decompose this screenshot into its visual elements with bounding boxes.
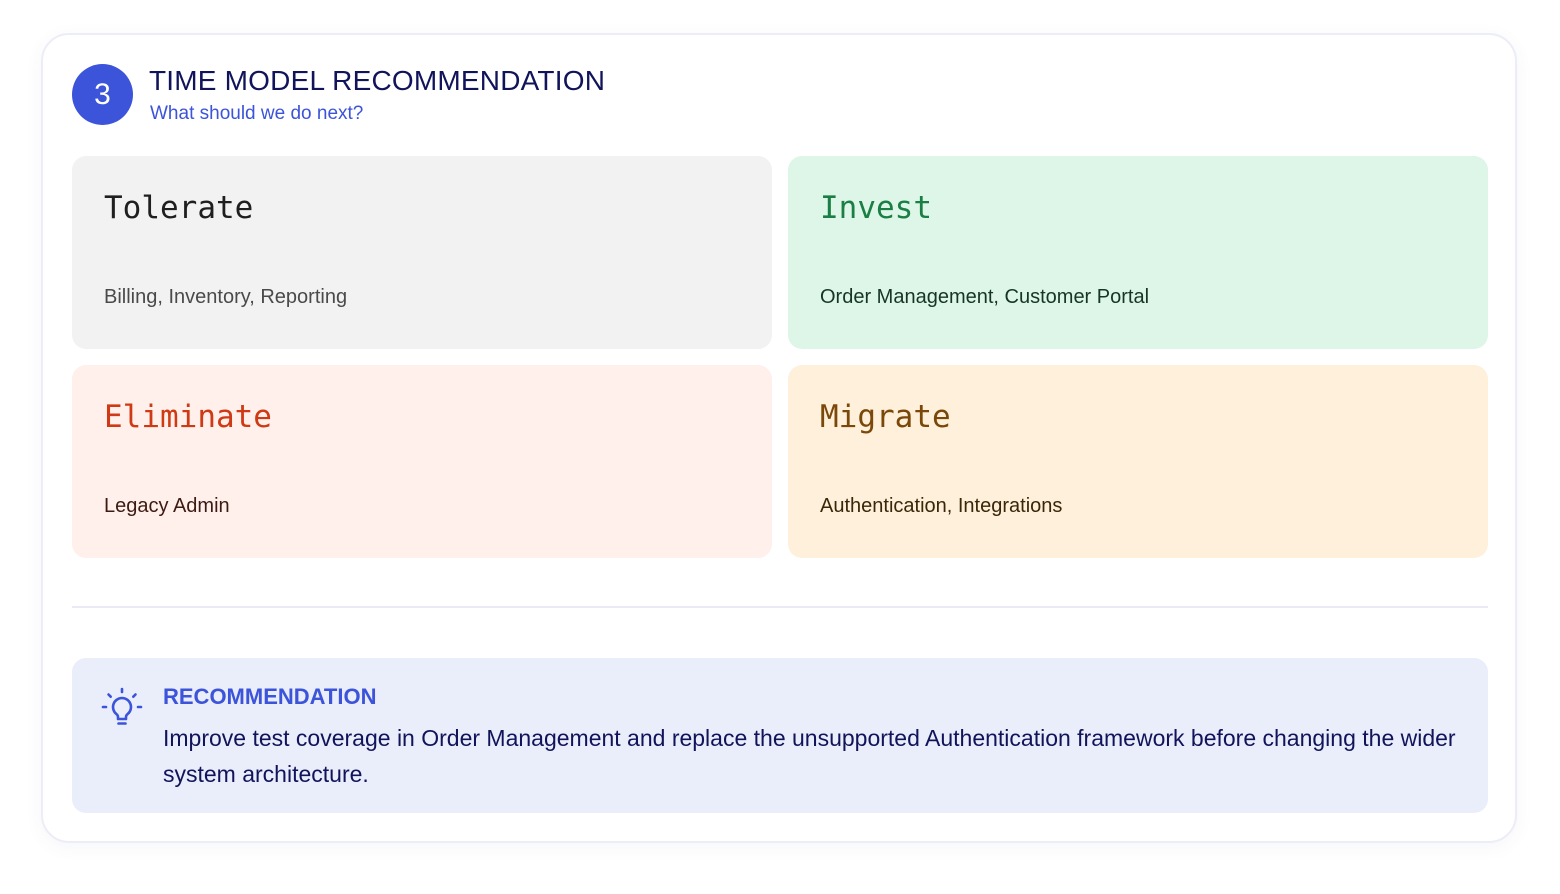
lightbulb-icon <box>101 687 143 725</box>
section-title: TIME MODEL RECOMMENDATION <box>149 65 606 96</box>
quadrant-items: Authentication, Integrations <box>820 495 1063 517</box>
step-number-badge: 3 <box>72 64 133 125</box>
quadrant-title: Eliminate <box>104 399 272 435</box>
quadrant-title: Invest <box>820 190 932 226</box>
quadrant-invest: Invest Order Management, Customer Portal <box>788 156 1488 349</box>
time-model-card: 3 TIME MODEL RECOMMENDATION What should … <box>41 33 1517 843</box>
recommendation-panel: RECOMMENDATION Improve test coverage in … <box>72 658 1488 813</box>
quadrant-title: Migrate <box>820 399 951 435</box>
quadrant-title: Tolerate <box>104 190 254 226</box>
section-divider <box>72 606 1488 608</box>
quadrant-items: Legacy Admin <box>104 495 230 517</box>
quadrant-items: Billing, Inventory, Reporting <box>104 286 348 308</box>
quadrant-tolerate: Tolerate Billing, Inventory, Reporting <box>72 156 772 349</box>
recommendation-text: Improve test coverage in Order Managemen… <box>163 725 1456 787</box>
section-subtitle: What should we do next? <box>150 103 364 124</box>
quadrant-eliminate: Eliminate Legacy Admin <box>72 365 772 558</box>
recommendation-label: RECOMMENDATION <box>163 684 377 709</box>
quadrant-items: Order Management, Customer Portal <box>820 286 1150 308</box>
quadrant-migrate: Migrate Authentication, Integrations <box>788 365 1488 558</box>
